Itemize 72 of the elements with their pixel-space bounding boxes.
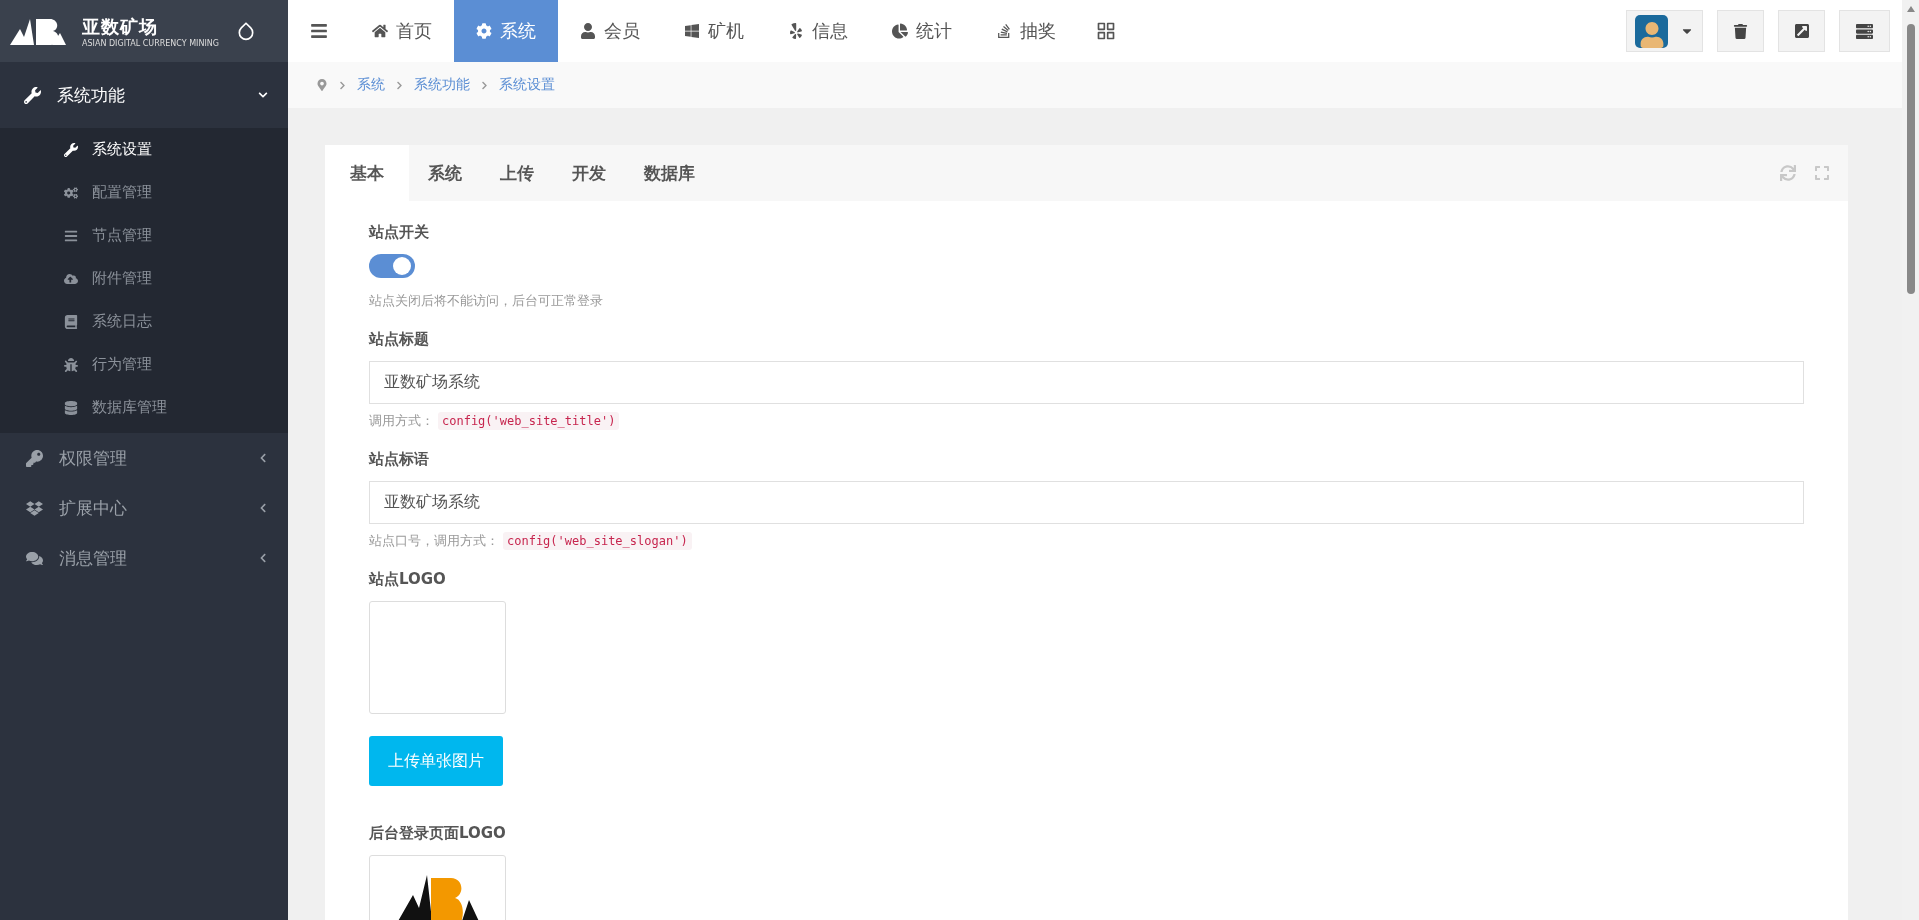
help-text: 站点关闭后将不能访问，后台可正常登录 bbox=[369, 292, 603, 310]
server-icon bbox=[1856, 22, 1873, 40]
brand-tagline: ASIAN DIGITAL CURRENCY MINING bbox=[82, 38, 220, 48]
external-link-button[interactable] bbox=[1778, 10, 1825, 52]
code-snippet: config('web_site_title') bbox=[438, 412, 620, 430]
sidebar-item[interactable]: 权限管理 bbox=[0, 433, 288, 483]
chevron-icon bbox=[258, 503, 268, 513]
submenu-item[interactable]: 附件管理 bbox=[0, 257, 288, 300]
field-label: 后台登录页面LOGO bbox=[369, 824, 506, 843]
nav-icon bbox=[372, 23, 388, 39]
brand-name: 亚数矿场 bbox=[82, 14, 159, 39]
menu-icon bbox=[310, 22, 328, 40]
help-text: 调用方式： bbox=[369, 412, 434, 430]
location-icon bbox=[316, 79, 328, 91]
menu-icon bbox=[64, 314, 78, 329]
nav-icon bbox=[892, 23, 908, 39]
nav-icon bbox=[684, 23, 700, 39]
tab[interactable]: 系统 bbox=[409, 145, 481, 201]
chevron-icon bbox=[338, 80, 347, 90]
field-label: 站点LOGO bbox=[369, 570, 446, 589]
menu-icon bbox=[26, 449, 43, 467]
menu-icon bbox=[64, 228, 78, 243]
chevron-icon bbox=[258, 90, 268, 100]
menu-icon bbox=[64, 185, 78, 200]
nav-tab[interactable]: 统计 bbox=[870, 0, 974, 62]
submenu-item[interactable]: 行为管理 bbox=[0, 343, 288, 386]
menu-icon bbox=[64, 271, 78, 286]
tab[interactable]: 上传 bbox=[481, 145, 553, 201]
field-label: 站点开关 bbox=[369, 223, 429, 242]
sidebar-item[interactable]: 扩展中心 bbox=[0, 483, 288, 533]
menu-icon bbox=[64, 357, 78, 372]
trash-icon bbox=[1733, 23, 1748, 39]
chevron-icon bbox=[258, 553, 268, 563]
trash-button[interactable] bbox=[1717, 10, 1764, 52]
external-link-icon bbox=[1793, 23, 1810, 39]
submenu-item[interactable]: 数据库管理 bbox=[0, 386, 288, 429]
chevron-icon bbox=[480, 80, 489, 90]
tab[interactable]: 数据库 bbox=[625, 145, 714, 201]
nav-icon bbox=[476, 23, 492, 39]
nav-tab[interactable]: 首页 bbox=[350, 0, 454, 62]
nav-tab[interactable]: 信息 bbox=[766, 0, 870, 62]
menu-icon bbox=[24, 86, 41, 104]
menu-icon bbox=[26, 549, 43, 567]
nav-icon bbox=[788, 23, 804, 39]
text-input[interactable]: 亚数矿场系统 bbox=[369, 361, 1804, 404]
site-toggle[interactable] bbox=[369, 254, 415, 278]
nav-icon bbox=[580, 23, 596, 39]
help-text: 站点口号，调用方式： bbox=[369, 532, 499, 550]
submenu-item[interactable]: 配置管理 bbox=[0, 171, 288, 214]
submenu-item[interactable]: 系统设置 bbox=[0, 128, 288, 171]
submenu-item[interactable]: 系统日志 bbox=[0, 300, 288, 343]
nav-tab[interactable]: 抽奖 bbox=[974, 0, 1078, 62]
nav-tab[interactable]: 会员 bbox=[558, 0, 662, 62]
field-label: 站点标语 bbox=[369, 450, 429, 469]
nav-icon bbox=[996, 23, 1012, 39]
theme-icon[interactable] bbox=[236, 21, 256, 41]
menu-icon bbox=[64, 142, 78, 157]
tab[interactable]: 开发 bbox=[553, 145, 625, 201]
field-label: 站点标题 bbox=[369, 330, 429, 349]
server-button[interactable] bbox=[1839, 10, 1890, 52]
user-menu[interactable] bbox=[1626, 10, 1703, 52]
menu-icon bbox=[26, 499, 43, 517]
submenu-item[interactable]: 节点管理 bbox=[0, 214, 288, 257]
text-input[interactable]: 亚数矿场系统 bbox=[369, 481, 1804, 524]
chevron-icon bbox=[258, 453, 268, 463]
chevron-icon bbox=[395, 80, 404, 90]
nav-tab[interactable]: 矿机 bbox=[662, 0, 766, 62]
code-snippet: config('web_site_slogan') bbox=[503, 532, 692, 550]
tab[interactable]: 基本 bbox=[325, 145, 409, 201]
sidebar-item[interactable]: 消息管理 bbox=[0, 533, 288, 583]
menu-icon bbox=[64, 400, 78, 415]
avatar bbox=[1635, 14, 1668, 48]
